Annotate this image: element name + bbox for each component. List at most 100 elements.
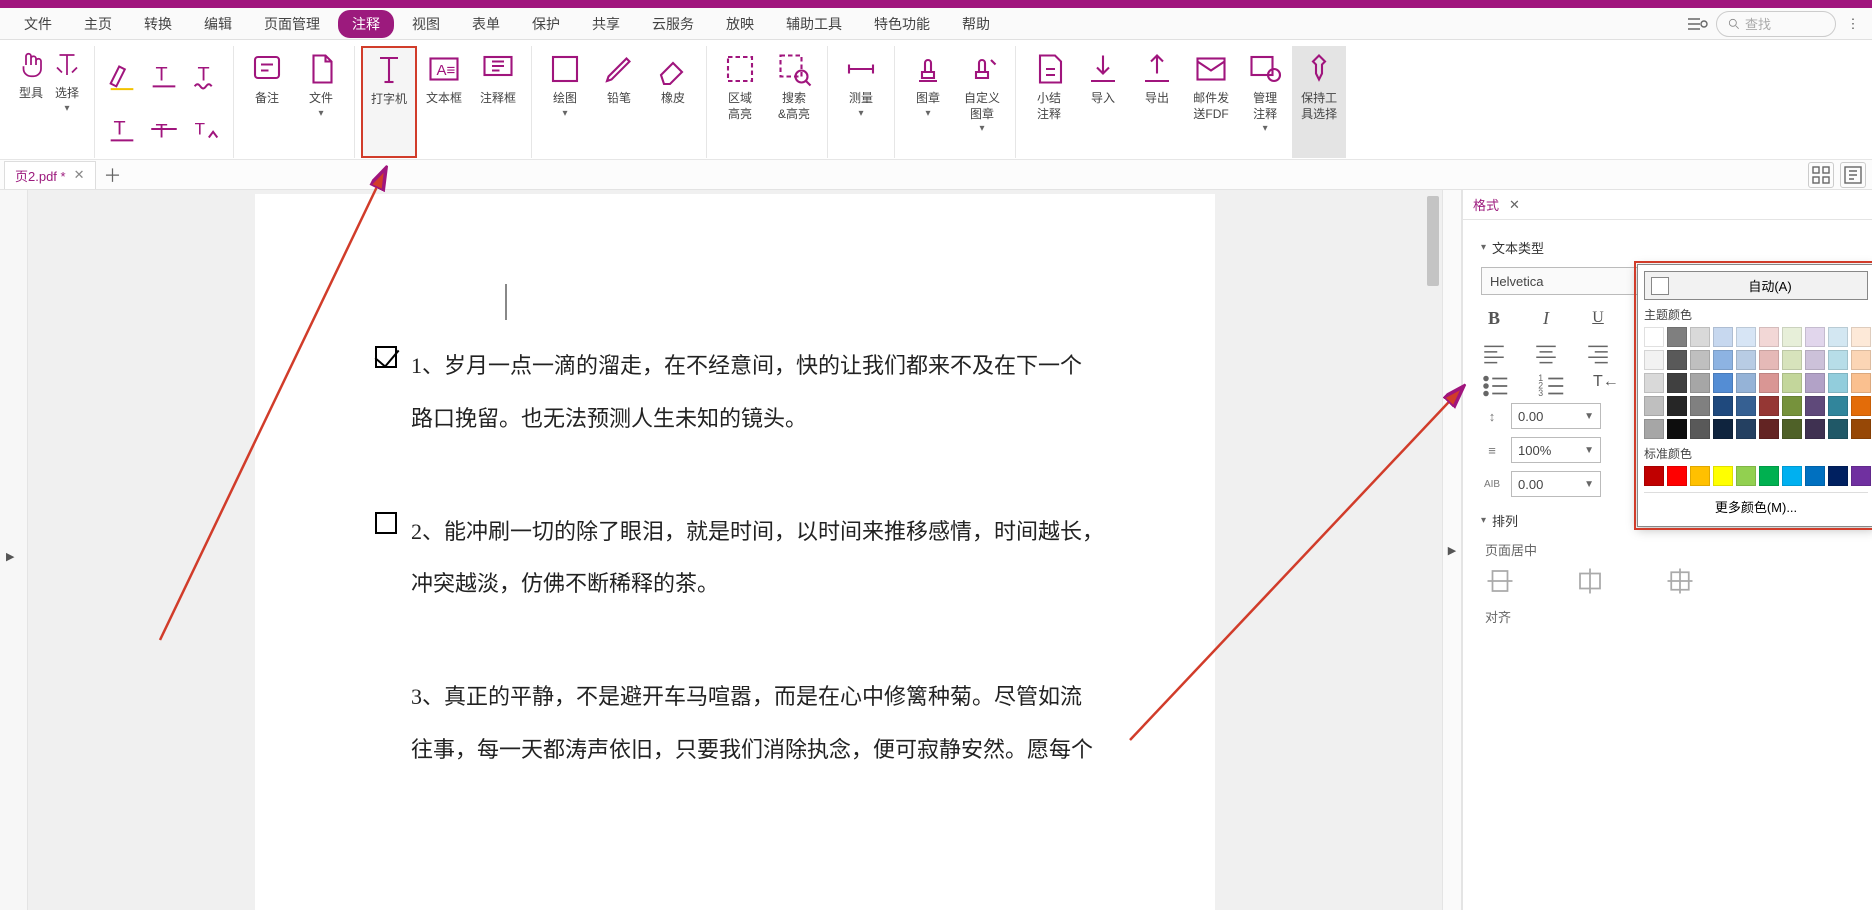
insert-text-tool[interactable]: T [189,112,223,146]
menu-access[interactable]: 辅助工具 [772,10,856,38]
color-cell[interactable] [1713,466,1733,486]
menu-pagemgmt[interactable]: 页面管理 [250,10,334,38]
view-grid-button[interactable] [1808,162,1834,188]
menu-convert[interactable]: 转换 [130,10,186,38]
menu-cloud[interactable]: 云服务 [638,10,708,38]
export-button[interactable]: 导出 [1130,46,1184,158]
add-tab-button[interactable]: ＋ [104,162,122,188]
menu-form[interactable]: 表单 [458,10,514,38]
auto-color-button[interactable]: 自动(A) [1644,271,1868,300]
color-cell[interactable] [1828,373,1848,393]
section-text-type[interactable]: 文本类型 [1481,238,1854,257]
more-colors-button[interactable]: 更多颜色(M)... [1644,492,1868,520]
menu-view[interactable]: 视图 [398,10,454,38]
kebab-icon[interactable]: ⋮ [1844,12,1862,36]
expand-left-icon[interactable]: ▶ [6,550,14,563]
menu-protect[interactable]: 保护 [518,10,574,38]
panel-close-icon[interactable]: ✕ [1509,197,1520,213]
color-cell[interactable] [1805,419,1825,439]
menu-help[interactable]: 帮助 [948,10,1004,38]
left-nav-collapsed[interactable]: ▶ [0,190,28,910]
color-cell[interactable] [1828,466,1848,486]
ribbon-options-icon[interactable] [1684,12,1708,36]
menu-share[interactable]: 共享 [578,10,634,38]
manage-button[interactable]: 管理 注释 ▾ [1238,46,1292,158]
color-cell[interactable] [1667,327,1687,347]
line-spacing-input[interactable]: 0.00▼ [1511,403,1601,429]
align-right-button[interactable] [1585,341,1611,361]
underline-button[interactable]: U [1585,305,1611,331]
color-cell[interactable] [1690,373,1710,393]
color-cell[interactable] [1690,396,1710,416]
color-cell[interactable] [1667,466,1687,486]
color-cell[interactable] [1828,396,1848,416]
color-cell[interactable] [1667,373,1687,393]
callout-button[interactable]: 注释框 [471,46,525,158]
color-cell[interactable] [1805,466,1825,486]
fileattach-button[interactable]: 文件 ▾ [294,46,348,158]
color-cell[interactable] [1851,350,1871,370]
center-both-button[interactable] [1665,569,1695,593]
color-cell[interactable] [1851,419,1871,439]
align-center-button[interactable] [1533,341,1559,361]
pencil-button[interactable]: 铅笔 [592,46,646,158]
highlight-tool[interactable] [105,58,139,92]
color-cell[interactable] [1644,373,1664,393]
checkbox-1[interactable] [375,346,397,368]
color-cell[interactable] [1713,327,1733,347]
color-cell[interactable] [1828,327,1848,347]
color-cell[interactable] [1782,373,1802,393]
mailfdf-button[interactable]: 邮件发 送FDF [1184,46,1238,158]
document-area[interactable]: 1、岁月一点一滴的溜走，在不经意间，快的让我们都来不及在下一个 路口挽留。也无法… [28,190,1442,910]
color-cell[interactable] [1759,466,1779,486]
italic-button[interactable]: I [1533,305,1559,331]
typewriter-button[interactable]: 打字机 [361,46,417,158]
color-cell[interactable] [1644,327,1664,347]
color-cell[interactable] [1713,419,1733,439]
color-cell[interactable] [1782,327,1802,347]
stamp-button[interactable]: 图章 ▾ [901,46,955,158]
color-cell[interactable] [1713,373,1733,393]
menu-present[interactable]: 放映 [712,10,768,38]
search-highlight-button[interactable]: 搜索 &高亮 [767,46,821,158]
color-cell[interactable] [1736,327,1756,347]
tab-close-icon[interactable]: ✕ [74,167,85,183]
strike-tool[interactable]: T [147,112,181,146]
color-cell[interactable] [1759,327,1779,347]
color-cell[interactable] [1828,419,1848,439]
color-cell[interactable] [1851,327,1871,347]
measure-button[interactable]: 测量 ▾ [834,46,888,158]
scale-input[interactable]: 0.00▼ [1511,471,1601,497]
color-cell[interactable] [1782,419,1802,439]
color-cell[interactable] [1736,466,1756,486]
bullet-list-button[interactable] [1481,371,1511,393]
color-cell[interactable] [1644,396,1664,416]
color-cell[interactable] [1736,373,1756,393]
color-cell[interactable] [1759,419,1779,439]
scrollbar[interactable] [1424,190,1442,910]
color-cell[interactable] [1782,350,1802,370]
color-cell[interactable] [1759,373,1779,393]
eraser-button[interactable]: 橡皮 [646,46,700,158]
document-tab[interactable]: 页2.pdf * ✕ [4,161,96,189]
menu-home[interactable]: 主页 [70,10,126,38]
color-cell[interactable] [1805,396,1825,416]
color-cell[interactable] [1667,396,1687,416]
menu-edit[interactable]: 编辑 [190,10,246,38]
shapes-button[interactable]: 绘图 ▾ [538,46,592,158]
textbox-button[interactable]: A≡ 文本框 [417,46,471,158]
color-cell[interactable] [1736,396,1756,416]
summarize-button[interactable]: 小结 注释 [1022,46,1076,158]
bold-button[interactable]: B [1481,305,1507,331]
color-cell[interactable] [1690,419,1710,439]
underline-a-tool[interactable]: T [105,112,139,146]
panel-collapse-handle[interactable]: ▶ [1442,190,1462,910]
color-cell[interactable] [1759,350,1779,370]
center-v-button[interactable] [1575,569,1605,593]
color-cell[interactable] [1805,350,1825,370]
center-h-button[interactable] [1485,569,1515,593]
color-cell[interactable] [1736,419,1756,439]
indent-left-button[interactable]: T← [1593,373,1619,391]
color-cell[interactable] [1851,396,1871,416]
menu-special[interactable]: 特色功能 [860,10,944,38]
